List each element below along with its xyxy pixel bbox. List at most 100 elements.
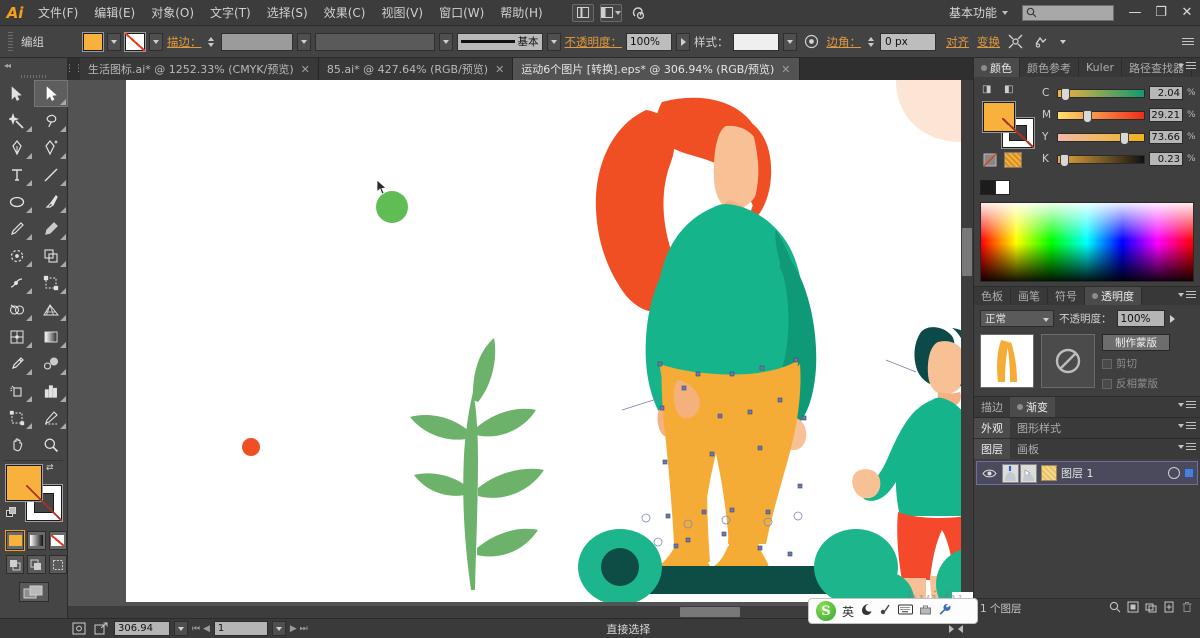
blob-brush-tool[interactable] <box>34 215 68 242</box>
menu-select[interactable]: 选择(S) <box>259 0 316 26</box>
lasso-tool[interactable] <box>34 107 68 134</box>
tools-collapse-button[interactable]: ◂◂ <box>0 58 67 72</box>
make-mask-button[interactable]: 制作蒙版 <box>1102 334 1170 351</box>
align-menu[interactable]: 对齐 <box>946 34 969 50</box>
tab-brushes[interactable]: 画笔 <box>1011 287 1048 305</box>
symbol-sprayer-tool[interactable] <box>0 377 34 404</box>
close-icon[interactable]: ✕ <box>301 63 310 76</box>
type-tool[interactable] <box>0 161 34 188</box>
ime-mode-label[interactable]: 英 <box>842 603 854 620</box>
slider-track-m[interactable] <box>1057 111 1145 120</box>
last-color-swatch[interactable] <box>1004 152 1022 168</box>
stroke-swatch[interactable] <box>125 33 145 51</box>
close-icon[interactable]: ✕ <box>495 63 504 76</box>
bridge-icon[interactable] <box>572 4 594 22</box>
control-panel-menu-icon[interactable] <box>1182 38 1194 45</box>
layer-row[interactable]: 图层 1 <box>976 461 1198 485</box>
close-icon[interactable]: ✕ <box>781 63 790 76</box>
transparency-mask-thumbnail[interactable] <box>1041 334 1095 388</box>
tab-color-guide[interactable]: 颜色参考 <box>1020 58 1079 77</box>
white-swatch[interactable] <box>995 180 1010 195</box>
corner-label[interactable]: 边角： <box>827 34 862 50</box>
scrollbar-thumb[interactable] <box>962 228 972 276</box>
menu-object[interactable]: 对象(O) <box>143 0 202 26</box>
gradient-tool[interactable] <box>34 323 68 350</box>
shape-builder-tool[interactable] <box>0 296 34 323</box>
arrange-documents-icon[interactable] <box>600 4 622 22</box>
fill-dropdown-arrow[interactable] <box>107 33 121 51</box>
opacity-flyout[interactable] <box>676 33 690 51</box>
opacity-input[interactable]: 100% <box>626 33 672 51</box>
slider-knob-c[interactable] <box>1061 88 1070 101</box>
locate-object-icon[interactable] <box>1109 601 1121 616</box>
search-input[interactable] <box>1022 5 1114 21</box>
stroke-profile-select[interactable]: 基本 <box>457 33 543 51</box>
stroke-gradient-panel-menu-icon[interactable] <box>1178 401 1196 408</box>
channel-value-c[interactable]: 2.04 <box>1149 86 1183 100</box>
menu-file[interactable]: 文件(F) <box>30 0 86 26</box>
tab-transparency[interactable]: 透明度 <box>1085 287 1142 305</box>
stroke-profile-dropdown[interactable] <box>547 33 561 51</box>
stroke-dropdown-arrow[interactable] <box>149 33 163 51</box>
width-tool[interactable] <box>0 269 34 296</box>
artboard-nav-first[interactable]: ⏮ ◀ <box>192 624 210 634</box>
checkbox-icon[interactable] <box>1102 379 1112 389</box>
menu-type[interactable]: 文字(T) <box>202 0 259 26</box>
menu-window[interactable]: 窗口(W) <box>431 0 492 26</box>
screen-mode-button[interactable] <box>0 574 67 602</box>
document-tab-1[interactable]: 生活图标.ai* @ 1252.33% (CMYK/预览) ✕ <box>80 58 319 80</box>
layer-target-icon[interactable] <box>1168 467 1180 479</box>
mesh-tool[interactable] <box>0 323 34 350</box>
appearance-panel-menu-icon[interactable] <box>1178 422 1196 429</box>
eyedropper-tool[interactable] <box>0 350 34 377</box>
add-anchor-point-tool[interactable] <box>34 134 68 161</box>
pen-tool[interactable] <box>0 134 34 161</box>
line-segment-tool[interactable] <box>34 161 68 188</box>
clip-checkbox[interactable]: 剪切 <box>1102 351 1194 371</box>
default-fill-stroke-icon[interactable] <box>6 507 17 518</box>
channel-value-m[interactable]: 29.21 <box>1149 108 1183 122</box>
transparency-artwork-thumbnail[interactable] <box>980 334 1034 388</box>
eye-icon[interactable] <box>980 468 998 479</box>
wrench-icon[interactable] <box>938 603 951 619</box>
slider-knob-y[interactable] <box>1120 132 1129 145</box>
magic-wand-tool[interactable] <box>0 107 34 134</box>
layer-selection-indicator[interactable] <box>1184 468 1194 478</box>
slice-tool[interactable] <box>34 404 68 431</box>
direct-selection-tool[interactable] <box>34 80 68 107</box>
fill-proxy-icon[interactable]: ◨ <box>982 84 991 95</box>
checkbox-icon[interactable] <box>1102 359 1112 369</box>
scale-tool[interactable] <box>34 242 68 269</box>
tab-artboards[interactable]: 画板 <box>1010 439 1046 459</box>
transform-menu[interactable]: 变换 <box>977 34 1000 50</box>
new-layer-icon[interactable] <box>1163 601 1175 616</box>
status-menu-icon[interactable] <box>958 625 963 633</box>
menu-help[interactable]: 帮助(H) <box>492 0 550 26</box>
moon-icon[interactable] <box>860 603 873 619</box>
transparency-opacity-input[interactable]: 100% <box>1117 310 1165 327</box>
tab-color[interactable]: 颜色 <box>974 58 1020 77</box>
rotate-tool[interactable] <box>0 242 34 269</box>
corner-radius-input[interactable]: 0 px <box>880 33 936 51</box>
tab-stroke[interactable]: 描边 <box>974 397 1010 417</box>
gradient-mode-button[interactable] <box>27 531 45 550</box>
canvas-area[interactable] <box>68 80 973 618</box>
slider-track-k[interactable] <box>1057 155 1145 164</box>
perspective-grid-tool[interactable] <box>34 296 68 323</box>
black-swatch[interactable] <box>980 180 995 195</box>
tab-layers[interactable]: 图层 <box>974 439 1010 459</box>
tab-symbols[interactable]: 符号 <box>1048 287 1085 305</box>
tab-appearance[interactable]: 外观 <box>974 418 1010 438</box>
invert-mask-checkbox[interactable]: 反相蒙版 <box>1102 371 1194 391</box>
recolor-artwork-icon[interactable] <box>801 32 823 52</box>
ellipse-tool[interactable] <box>0 188 34 215</box>
graphic-style-dropdown[interactable] <box>783 33 797 51</box>
tab-gradient[interactable]: 渐变 <box>1010 397 1055 417</box>
none-mode-button[interactable] <box>49 531 67 550</box>
slider-knob-k[interactable] <box>1060 154 1069 167</box>
artboard-nav-last[interactable]: ▶ ⏭ <box>290 624 308 634</box>
stroke-weight-label[interactable]: 描边： <box>167 34 202 50</box>
slider-track-y[interactable] <box>1057 133 1145 142</box>
paintbrush-tool[interactable] <box>34 188 68 215</box>
channel-value-y[interactable]: 73.66 <box>1149 130 1183 144</box>
